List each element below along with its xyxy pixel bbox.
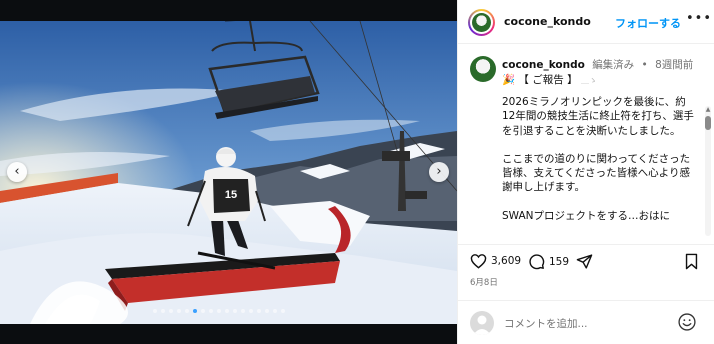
caption-text: 2026ミラノオリンピックを最後に、約12年間の競技生活に終止符を打ち、選手を引… <box>502 95 698 236</box>
carousel-dot <box>217 309 221 313</box>
like-button[interactable]: 3,609 <box>470 253 521 269</box>
meta-separator: • <box>641 59 648 71</box>
carousel-dot <box>249 309 253 313</box>
caption-area: cocone_kondo 編集済み • 8週間前 🎉 【 ご報告 】 ＿ゝ 20… <box>458 44 714 236</box>
ski-photo-illustration: 15 <box>0 21 457 324</box>
post-detail-panel: cocone_kondo フォローする ••• cocone_kondo 編集済… <box>457 0 714 344</box>
emoji-button[interactable] <box>677 312 697 336</box>
caption-paragraph: 2026ミラノオリンピックを最後に、約12年間の競技生活に終止符を打ち、選手を引… <box>502 96 694 137</box>
carousel-dot <box>193 309 197 313</box>
carousel-dot <box>273 309 277 313</box>
more-icon[interactable]: ••• <box>686 11 712 26</box>
report-heading: 🎉 【 ご報告 】 ＿ゝ <box>502 72 597 87</box>
carousel-dot <box>169 309 173 313</box>
carousel-dot <box>281 309 285 313</box>
current-user-avatar <box>470 311 494 335</box>
carousel-dot <box>257 309 261 313</box>
emoji-icon <box>678 313 696 331</box>
time-ago: 8週間前 <box>655 59 694 71</box>
carousel-next-button[interactable]: › <box>429 162 449 182</box>
chevron-right-icon: › <box>436 164 442 179</box>
save-button[interactable] <box>684 253 699 270</box>
comment-button[interactable]: 159 <box>528 253 569 270</box>
caption-avatar[interactable] <box>470 56 496 82</box>
carousel-indicator <box>153 309 285 313</box>
follow-button[interactable]: フォローする <box>615 15 681 31</box>
avatar[interactable] <box>468 9 495 36</box>
share-icon <box>576 254 593 269</box>
comment-input[interactable]: コメントを追加... <box>504 316 588 331</box>
share-button[interactable] <box>576 253 593 270</box>
user-silhouette-icon <box>473 315 491 335</box>
carousel-dot <box>185 309 189 313</box>
scroll-up-icon[interactable]: ▲ <box>705 106 711 113</box>
carousel-dot <box>209 309 213 313</box>
post-photo[interactable]: 15 <box>0 21 457 324</box>
caption-meta: cocone_kondo 編集済み • 8週間前 <box>502 57 693 72</box>
carousel-prev-button[interactable]: ‹ <box>7 162 27 182</box>
report-tail: ＿ゝ <box>580 76 597 85</box>
comment-count[interactable]: 159 <box>549 256 569 268</box>
carousel-dot <box>241 309 245 313</box>
chevron-left-icon: ‹ <box>14 164 20 179</box>
party-emoji: 🎉 <box>502 74 516 86</box>
carousel-dot <box>265 309 269 313</box>
bookmark-icon <box>685 253 698 270</box>
header-username[interactable]: cocone_kondo <box>504 15 591 28</box>
heart-icon <box>470 254 487 269</box>
comment-icon <box>529 254 545 270</box>
post-header: cocone_kondo フォローする ••• <box>458 0 714 44</box>
caption-scrollbar[interactable]: ▲ <box>705 106 711 236</box>
post-media: 15 ‹ › <box>0 0 457 344</box>
carousel-dot <box>177 309 181 313</box>
carousel-dot <box>233 309 237 313</box>
bib-number: 15 <box>225 189 237 201</box>
post-date[interactable]: 6月8日 <box>470 276 498 288</box>
scroll-thumb[interactable] <box>705 116 711 130</box>
caption-username[interactable]: cocone_kondo <box>502 59 585 71</box>
report-title: 【 ご報告 】 <box>518 74 578 86</box>
carousel-dot <box>201 309 205 313</box>
caption-paragraph: SWANプロジェクトをする…おはに <box>502 209 671 222</box>
edited-label: 編集済み <box>592 59 635 71</box>
action-bar: 3,609 159 <box>458 244 714 274</box>
like-count[interactable]: 3,609 <box>491 255 521 267</box>
comment-bar: コメントを追加... <box>458 300 714 344</box>
caption-paragraph: ここまでの道のりに関わってくださった皆様、支えてくださった皆様へ心より感謝申し上… <box>502 152 691 194</box>
carousel-dot <box>161 309 165 313</box>
carousel-dot <box>153 309 157 313</box>
carousel-dot <box>225 309 229 313</box>
